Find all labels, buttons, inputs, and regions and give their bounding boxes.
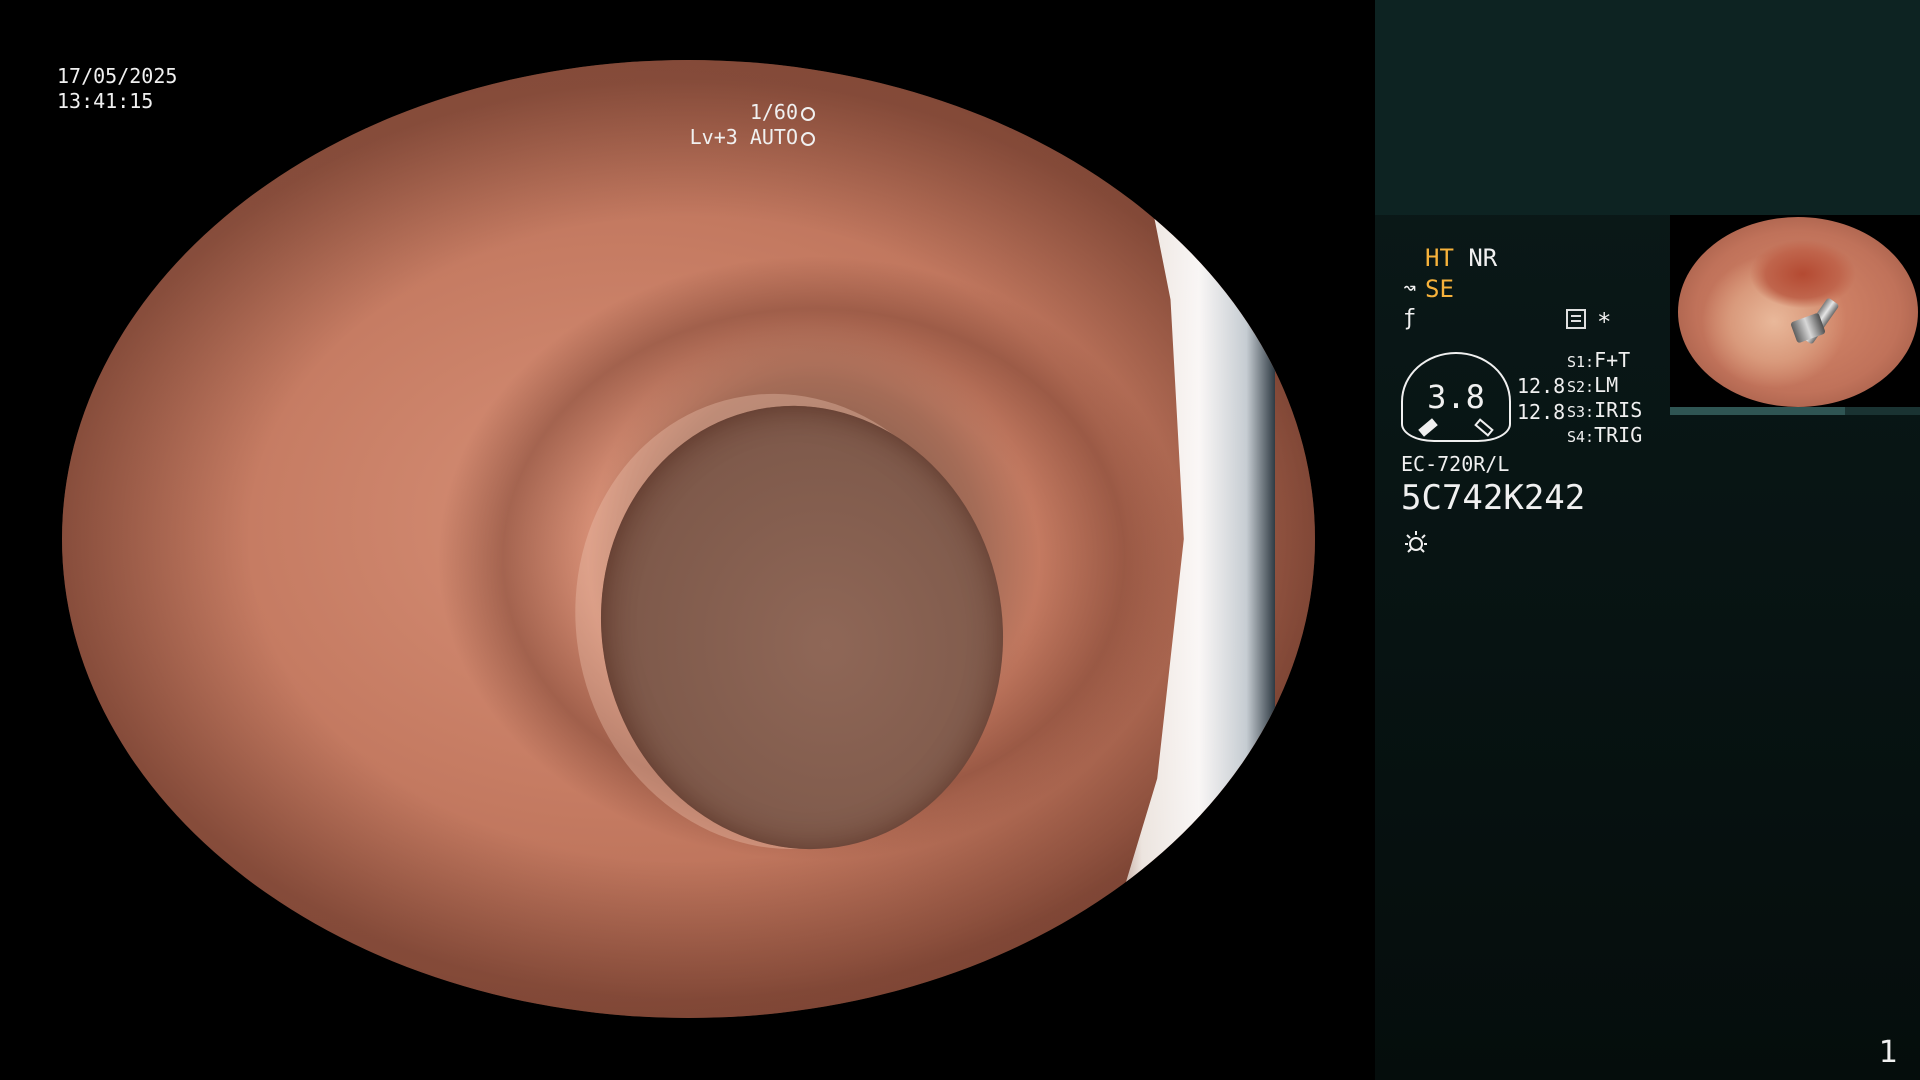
gauge-value-1: 12.8 [1517, 374, 1566, 398]
gauge-right-mark [1474, 418, 1494, 437]
exposure-readout: 1/60 Lv+3 AUTO [690, 100, 815, 150]
switch-s1: S1:F+T [1567, 348, 1630, 374]
gauge-left-mark [1418, 418, 1438, 437]
wave-icon: ↝ [1403, 276, 1417, 301]
gauge-value-2: 12.8 [1517, 400, 1566, 424]
page-number: 1 [1878, 1035, 1898, 1070]
switch-value: TRIG [1594, 423, 1643, 447]
scope-model: EC-720R/L [1401, 452, 1510, 476]
switch-s2: S2:LM [1567, 373, 1618, 399]
lumen-shadow [560, 368, 1044, 887]
switch-value: F+T [1594, 348, 1631, 372]
date-text: 17/05/2025 [57, 64, 178, 88]
light-reflection [1085, 60, 1275, 1018]
switch-key: S3: [1567, 403, 1595, 421]
brightness-gauge: 3.8 [1401, 352, 1511, 442]
switch-key: S2: [1567, 378, 1595, 396]
memory-icon [1566, 309, 1586, 329]
iris-icon [801, 131, 815, 146]
time-text: 13:41:15 [57, 89, 154, 113]
gauge-value: 3.8 [1427, 378, 1485, 416]
endoscope-image [62, 60, 1315, 1018]
switch-s3: S3:IRIS [1567, 398, 1642, 424]
mode-row-1: HT NR [1425, 244, 1497, 272]
switch-s4: S4:TRIG [1567, 423, 1642, 449]
switch-value: IRIS [1594, 398, 1643, 422]
level-text: Lv+3 AUTO [689, 125, 798, 149]
panel-header-area [1375, 0, 1920, 215]
thumbnail-image [1678, 217, 1918, 407]
endoscope-view: 17/05/2025 13:41:15 1/60 Lv+3 AUTO [0, 0, 1375, 1080]
light-icon [1405, 531, 1427, 553]
aperture-icon [801, 106, 815, 121]
shutter-text: 1/60 [749, 100, 798, 124]
switch-key: S1: [1567, 353, 1595, 371]
switch-value: LM [1594, 373, 1619, 397]
switch-key: S4: [1567, 428, 1595, 446]
datetime-readout: 17/05/2025 13:41:15 [57, 64, 177, 114]
captured-thumbnail[interactable] [1670, 215, 1920, 415]
scope-serial: 5C742K242 [1401, 478, 1586, 518]
ht-indicator: HT [1425, 244, 1454, 272]
thumbnail-status-bar [1670, 407, 1920, 415]
nr-indicator: NR [1468, 244, 1498, 272]
star-indicator: * [1597, 308, 1612, 336]
enhance-icon: ƒ [1403, 306, 1417, 331]
info-panel: HT NR ↝ SE ƒ * 3.8 12.8 12.8 S1:F+T S2:L… [1375, 0, 1920, 1080]
mode-row-2: SE [1425, 275, 1454, 303]
se-indicator: SE [1425, 275, 1454, 303]
thumbnail-status-fill [1670, 407, 1845, 415]
